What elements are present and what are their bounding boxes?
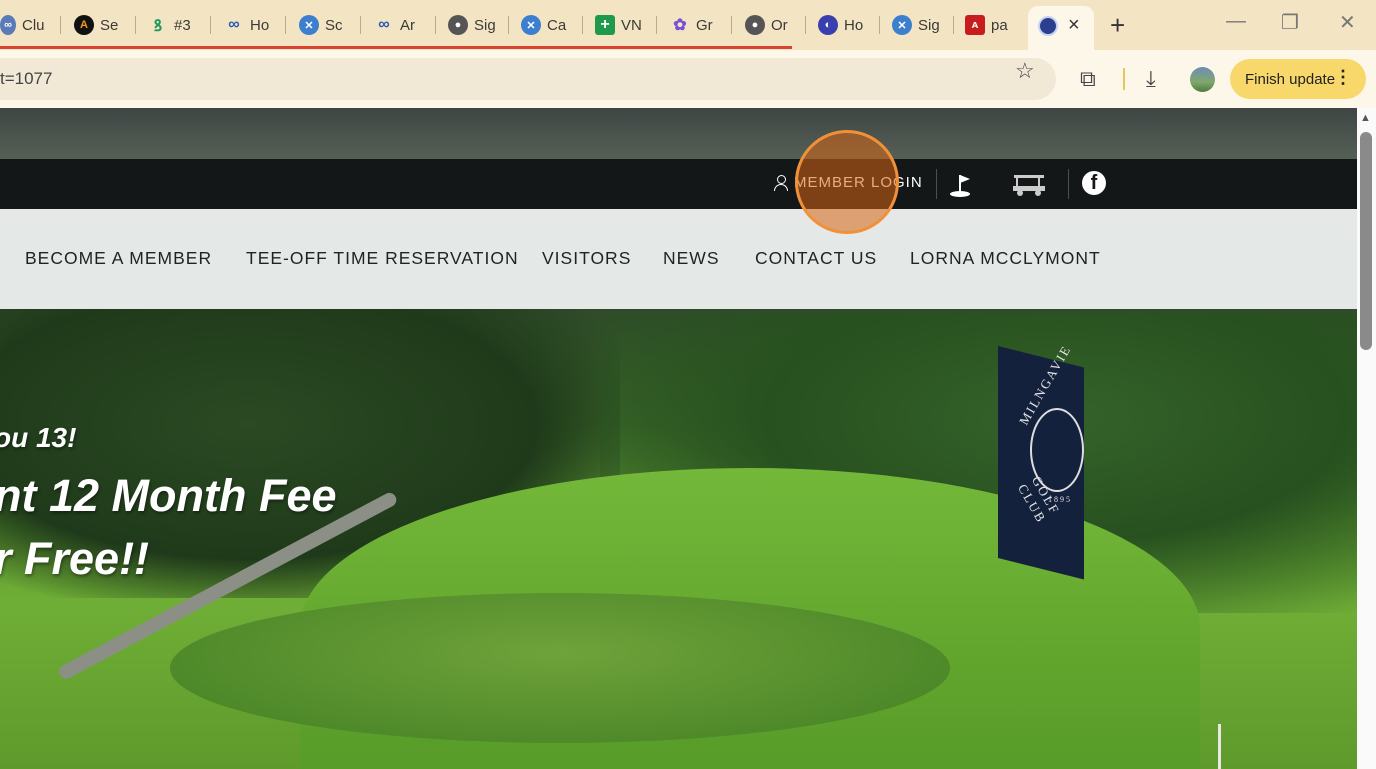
tab-strip: ∞ Clu A Se ꝸ #3 ∞ Ho ✕ Sc ∞ Ar ● Sig ✕ Ca + VN ✿ G… [0,0,1376,50]
chain-icon: ∞ [378,16,390,33]
red-globe-icon: ◐ [818,15,838,35]
golf-flag-icon[interactable] [948,171,976,199]
nav-tee-off-time-reservation[interactable]: TEE-OFF TIME RESERVATION [246,248,519,269]
close-window-icon[interactable]: ✕ [1339,10,1356,35]
tab-7[interactable]: ● Sig [448,8,496,42]
finish-update-button[interactable]: Finish update ⋮ [1230,59,1366,99]
hero-line-1: ou 13! [0,422,77,453]
tab-divider [953,16,954,34]
nav-become-a-member[interactable]: BECOME A MEMBER [25,248,212,269]
facebook-icon[interactable]: f [1082,171,1106,195]
link-icon: ∞ [0,15,16,35]
tab-14[interactable]: ᴀ pa [965,8,1008,42]
tab-divider [135,16,136,34]
nav-lorna-mcclymont[interactable]: LORNA MCCLYMONT [910,248,1101,269]
tab-2[interactable]: A Se [74,8,118,42]
hero-line-3: r Free!! [0,533,150,584]
nav-contact-us[interactable]: CONTACT US [755,248,877,269]
scroll-up-arrow-icon[interactable]: ▲ [1360,112,1371,124]
globe-icon: ● [448,15,468,35]
tab-divider [60,16,61,34]
golf-cart-icon[interactable] [1010,173,1048,197]
divider [936,169,937,199]
download-icon[interactable]: ⤓ [1146,66,1156,92]
tab-divider [435,16,436,34]
tab-6[interactable]: ∞ Ar [374,8,415,42]
tab-divider [285,16,286,34]
green-plus-icon: + [595,15,615,35]
profile-avatar[interactable] [1190,67,1215,92]
minimize-icon[interactable]: — [1226,10,1246,33]
tab-9[interactable]: + VN [595,8,642,42]
active-tab[interactable]: × [1028,6,1094,50]
tab-11[interactable]: ● Or [745,8,788,42]
globe-icon: ● [745,15,765,35]
tab-3[interactable]: ꝸ #3 [148,8,191,42]
tab-divider [360,16,361,34]
url-text[interactable]: t=1077 [0,69,52,89]
loading-progress-bar [0,46,792,49]
tab-1[interactable]: ∞ Clu [0,8,45,42]
header-image-strip [0,108,1357,159]
scroll-thumb[interactable] [1360,132,1372,350]
grass-mound-image [170,593,950,743]
scotland-flag-icon: ✕ [521,15,541,35]
bookmark-star-icon[interactable]: ☆ [1015,58,1035,84]
tab-12[interactable]: ◐ Ho [818,8,863,42]
scotland-flag-icon: ✕ [299,15,319,35]
nav-visitors[interactable]: VISITORS [542,248,631,269]
address-bar[interactable]: t=1077 [0,58,1056,100]
tab-10[interactable]: ✿ Gr [670,8,712,42]
hero-line-2: nt 12 Month Fee [0,470,337,521]
scotland-flag-icon: ✕ [892,15,912,35]
tab-13[interactable]: ✕ Sig [892,8,940,42]
more-menu-icon[interactable]: ⋮ [1334,67,1352,88]
tab-divider [582,16,583,34]
tab-5[interactable]: ✕ Sc [299,8,343,42]
nav-news[interactable]: NEWS [663,248,720,269]
tab-4[interactable]: ∞ Ho [224,8,269,42]
user-icon [774,174,788,191]
browser-toolbar: t=1077 ☆ ⧉ ⤓ Finish update ⋮ [0,50,1376,108]
click-indicator [795,130,899,234]
restore-icon[interactable]: ❐ [1281,10,1299,35]
divider [1068,169,1069,199]
chain-icon: ∞ [228,16,240,33]
pdf-icon: ᴀ [965,15,985,35]
page-scrollbar[interactable]: ▲ [1357,108,1376,769]
extensions-icon[interactable]: ⧉ [1080,66,1096,92]
new-tab-button[interactable]: + [1110,10,1125,41]
site-favicon-icon [1038,16,1058,36]
close-tab-icon[interactable]: × [1068,14,1080,37]
tab-divider [731,16,732,34]
tab-divider [879,16,880,34]
top-utility-bar: MEMBER LOGIN f [0,159,1357,209]
tab-divider [656,16,657,34]
tab-divider [210,16,211,34]
purple-dots-icon: ✿ [673,17,687,34]
main-navigation: BECOME A MEMBER TEE-OFF TIME RESERVATION… [0,209,1357,309]
course-marker-pole [1218,724,1221,769]
webpage: MEMBER LOGIN f BECOME A MEMBER TEE-OFF T… [0,108,1357,769]
tab-divider [805,16,806,34]
a-logo-icon: A [74,15,94,35]
tab-8[interactable]: ✕ Ca [521,8,566,42]
green-swirl-icon: ꝸ [153,18,163,35]
tab-divider [508,16,509,34]
toolbar-divider [1123,68,1125,90]
